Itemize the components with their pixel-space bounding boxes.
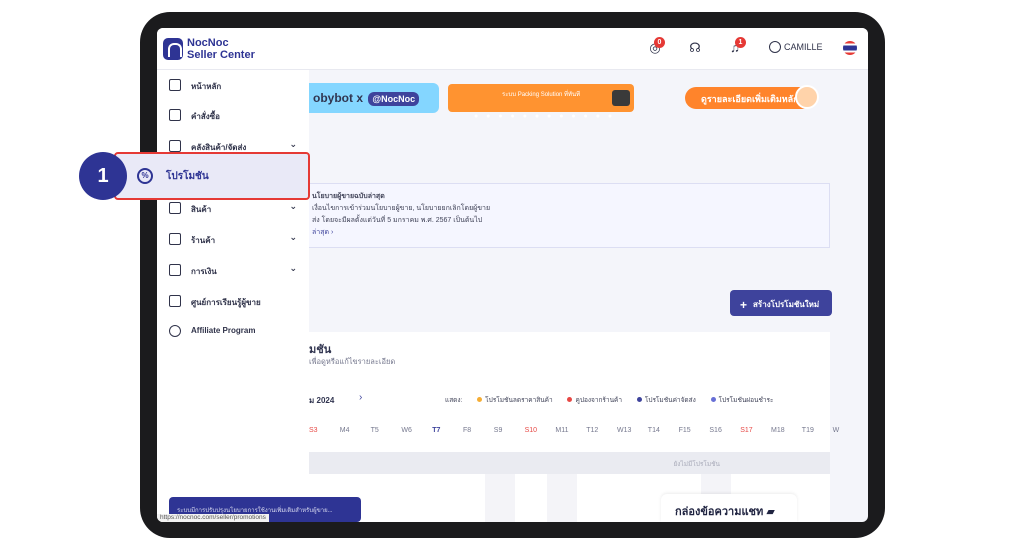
orders-icon [169,109,181,121]
chat-label: กล่องข้อความแชท [675,506,764,518]
home-icon [169,79,181,91]
sidebar-item-finance[interactable]: การเงิน ⌄ [169,261,297,279]
sidebar-item-orders[interactable]: คำสั่งซื้อ [169,106,297,124]
sidebar-item-label: โปรโมชัน [166,171,209,182]
learning-icon [169,295,181,307]
store-icon [169,233,181,245]
sidebar-item-label: หน้าหลัก [191,82,222,91]
chevron-down-icon: ⌄ [289,232,297,242]
sidebar-item-label: ร้านค้า [191,236,216,245]
chevron-down-icon: ⌄ [289,263,297,273]
user-menu[interactable]: CAMILLE [769,41,823,53]
username: CAMILLE [784,42,823,52]
sidebar-item-label: ศูนย์การเรียนรู้ผู้ขาย [191,298,261,307]
nocnoc-logo-icon[interactable] [163,38,183,60]
sidebar-item-label: Affiliate Program [191,326,256,335]
sidebar-item-promotion[interactable]: % โปรโมชัน [114,152,310,200]
promotion-icon: % [137,168,153,184]
support-icon[interactable]: ☊ [687,40,703,56]
link-icon [169,325,181,337]
app-screen: NocNoc Seller Center ◎ 0 ☊ ♫ 1 CAMILLE ห… [157,28,868,522]
chevron-down-icon: ⌄ [289,201,297,211]
sidebar-item-home[interactable]: หน้าหลัก [169,76,297,94]
sidebar-item-label: คำสั่งซื้อ [191,112,220,121]
overlay [309,70,868,522]
finance-icon [169,264,181,276]
sidebar-item-label: การเงิน [191,267,217,276]
sidebar-item-learning[interactable]: ศูนย์การเรียนรู้ผู้ขาย [169,292,297,310]
sidebar-item-products[interactable]: สินค้า ⌄ [169,199,297,217]
thai-flag-icon[interactable] [843,41,857,55]
sidebar: หน้าหลัก คำสั่งซื้อ คลังสินค้า/จัดส่ง ⌄ … [157,70,309,522]
product-icon [169,202,181,214]
sidebar-item-store[interactable]: ร้านค้า ⌄ [169,230,297,248]
sidebar-item-label: สินค้า [191,205,212,214]
warehouse-icon [169,140,181,152]
coins-badge: 0 [654,37,665,48]
bell-badge: 1 [735,37,746,48]
brand-line1: NocNoc [187,37,229,49]
chat-inbox-button[interactable]: กล่องข้อความแชท ▰ [661,494,797,522]
brand-title[interactable]: NocNoc Seller Center [187,37,255,61]
user-icon [769,41,781,53]
brand-line2: Seller Center [187,49,255,61]
sidebar-item-affiliate[interactable]: Affiliate Program [169,322,297,340]
status-url: https://nocnoc.com/seller/promotions [157,514,269,522]
step-number-badge: 1 [79,152,127,200]
top-header: NocNoc Seller Center ◎ 0 ☊ ♫ 1 CAMILLE [157,28,868,70]
chat-bubble-icon: ▰ [766,506,775,518]
chevron-down-icon: ⌄ [289,139,297,149]
